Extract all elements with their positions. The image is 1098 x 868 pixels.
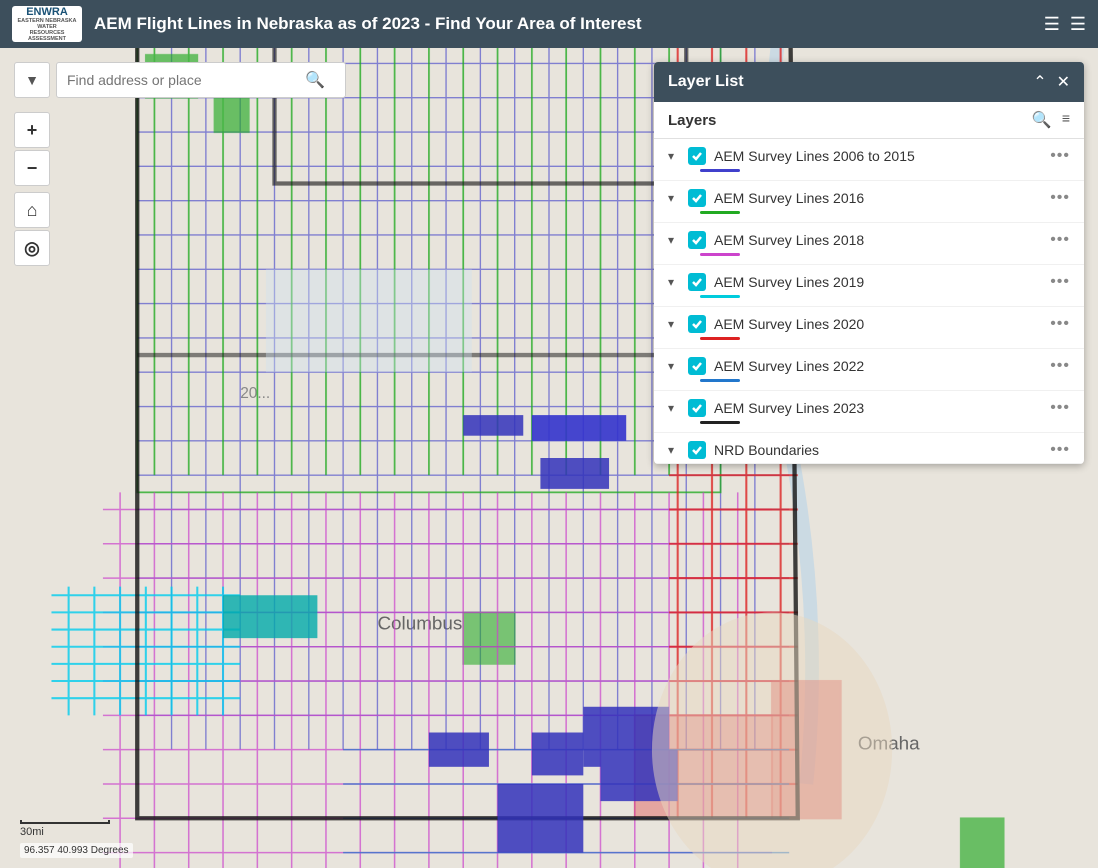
layer-visibility-checkbox[interactable] — [688, 147, 706, 165]
locate-button[interactable]: ◎ — [14, 230, 50, 266]
page-title: AEM Flight Lines in Nebraska as of 2023 … — [94, 14, 1032, 34]
collapse-panel-button[interactable]: ⌃ — [1033, 72, 1046, 92]
layer-item: ▾ AEM Survey Lines 2016 ••• — [654, 181, 1084, 223]
layer-item: ▾ AEM Survey Lines 2022 ••• — [654, 349, 1084, 391]
layer-visibility-checkbox[interactable] — [688, 399, 706, 417]
layer-legend-symbol — [700, 253, 740, 256]
layer-legend-symbol — [700, 211, 740, 214]
layers-label: Layers — [668, 112, 716, 129]
layers-toolbar-icons: 🔍 ≡ — [1032, 110, 1070, 130]
layer-chevron-icon[interactable]: ▾ — [668, 275, 680, 289]
layer-chevron-icon[interactable]: ▾ — [668, 401, 680, 415]
svg-text:20...: 20... — [240, 385, 270, 402]
layer-chevron-icon[interactable]: ▾ — [668, 317, 680, 331]
zoom-out-button[interactable]: − — [14, 150, 50, 186]
layer-list-panel: Layer List ⌃ ✕ Layers 🔍 ≡ ▾ AEM Survey Li… — [654, 62, 1084, 464]
home-button[interactable]: ⌂ — [14, 192, 50, 228]
map-tools: + − ⌂ ◎ — [14, 112, 50, 266]
minus-icon: − — [27, 158, 38, 179]
layer-options-button[interactable]: ••• — [1050, 315, 1070, 333]
search-dropdown-button[interactable]: ▼ — [14, 62, 50, 98]
layer-legend-symbol — [700, 379, 740, 382]
layer-chevron-icon[interactable]: ▾ — [668, 359, 680, 373]
layer-item: ▾ AEM Survey Lines 2006 to 2015 ••• — [654, 139, 1084, 181]
layer-options-button[interactable]: ••• — [1050, 273, 1070, 291]
layer-list-header: Layer List ⌃ ✕ — [654, 62, 1084, 102]
scale-label: 30mi — [20, 826, 110, 838]
layer-name-label: AEM Survey Lines 2020 — [714, 316, 1042, 332]
list-view-icon[interactable]: ☰ — [1044, 14, 1060, 35]
layer-name-label: AEM Survey Lines 2019 — [714, 274, 1042, 290]
scale-line — [20, 820, 110, 824]
layer-name-label: AEM Survey Lines 2023 — [714, 400, 1042, 416]
layer-list-header-icons: ⌃ ✕ — [1033, 72, 1070, 92]
layer-visibility-checkbox[interactable] — [688, 315, 706, 333]
layer-visibility-checkbox[interactable] — [688, 273, 706, 291]
layer-item: ▾ AEM Survey Lines 2023 ••• — [654, 391, 1084, 433]
search-bar: ▼ 🔍 — [14, 62, 346, 98]
menu-icon[interactable]: ☰ — [1070, 14, 1086, 35]
zoom-in-button[interactable]: + — [14, 112, 50, 148]
header-icons: ☰ ☰ — [1044, 14, 1086, 35]
layer-legend-symbol — [700, 169, 740, 172]
layer-name-label: AEM Survey Lines 2006 to 2015 — [714, 148, 1042, 164]
layers-toolbar: Layers 🔍 ≡ — [654, 102, 1084, 139]
layer-options-button[interactable]: ••• — [1050, 147, 1070, 165]
app-header: ENWRA EASTERN NEBRASKA WATER RESOURCES A… — [0, 0, 1098, 48]
layer-chevron-icon[interactable]: ▾ — [668, 149, 680, 163]
layer-item: ▾ AEM Survey Lines 2019 ••• — [654, 265, 1084, 307]
layer-options-button[interactable]: ••• — [1050, 357, 1070, 375]
plus-icon: + — [27, 120, 38, 141]
search-input-wrap: 🔍 — [56, 62, 346, 98]
search-icon: 🔍 — [305, 70, 325, 90]
layer-list-title: Layer List — [668, 73, 744, 91]
layer-visibility-checkbox[interactable] — [688, 357, 706, 375]
layer-options-button[interactable]: ••• — [1050, 231, 1070, 249]
home-icon: ⌂ — [27, 200, 38, 221]
logo-text: ENWRA EASTERN NEBRASKA WATER RESOURCES A… — [12, 6, 82, 42]
layer-legend-symbol — [700, 337, 740, 340]
layers-content: ▾ AEM Survey Lines 2006 to 2015 ••• ▾ AEM Su… — [654, 139, 1084, 464]
search-layers-icon[interactable]: 🔍 — [1032, 110, 1052, 130]
close-panel-button[interactable]: ✕ — [1057, 72, 1070, 92]
layer-chevron-icon[interactable]: ▾ — [668, 443, 680, 457]
layer-name-label: AEM Survey Lines 2018 — [714, 232, 1042, 248]
layer-visibility-checkbox[interactable] — [688, 189, 706, 207]
layer-visibility-checkbox[interactable] — [688, 441, 706, 459]
coordinates-display: 96.357 40.993 Degrees — [20, 843, 133, 858]
scale-bar: 30mi — [20, 820, 110, 838]
layer-name-label: AEM Survey Lines 2016 — [714, 190, 1042, 206]
layer-name-label: NRD Boundaries — [714, 442, 1042, 458]
map-container[interactable]: Sioux City Columbus Lincoln Omaha 20... — [0, 48, 1098, 868]
layer-options-button[interactable]: ••• — [1050, 189, 1070, 207]
svg-text:Columbus: Columbus — [377, 613, 462, 634]
locate-icon: ◎ — [24, 238, 40, 259]
logo: ENWRA EASTERN NEBRASKA WATER RESOURCES A… — [12, 6, 82, 42]
layer-item: ▾ AEM Survey Lines 2020 ••• — [654, 307, 1084, 349]
layer-item: ▾ NRD Boundaries ••• — [654, 433, 1084, 464]
chevron-down-icon: ▼ — [25, 72, 39, 88]
layer-item: ▾ AEM Survey Lines 2018 ••• — [654, 223, 1084, 265]
search-input[interactable] — [57, 72, 297, 88]
layer-chevron-icon[interactable]: ▾ — [668, 233, 680, 247]
layer-options-button[interactable]: ••• — [1050, 441, 1070, 459]
layer-visibility-checkbox[interactable] — [688, 231, 706, 249]
filter-layers-icon[interactable]: ≡ — [1062, 110, 1070, 130]
layer-options-button[interactable]: ••• — [1050, 399, 1070, 417]
layer-legend-symbol — [700, 295, 740, 298]
layer-chevron-icon[interactable]: ▾ — [668, 191, 680, 205]
layer-legend-symbol — [700, 421, 740, 424]
search-button[interactable]: 🔍 — [297, 63, 333, 97]
layer-name-label: AEM Survey Lines 2022 — [714, 358, 1042, 374]
